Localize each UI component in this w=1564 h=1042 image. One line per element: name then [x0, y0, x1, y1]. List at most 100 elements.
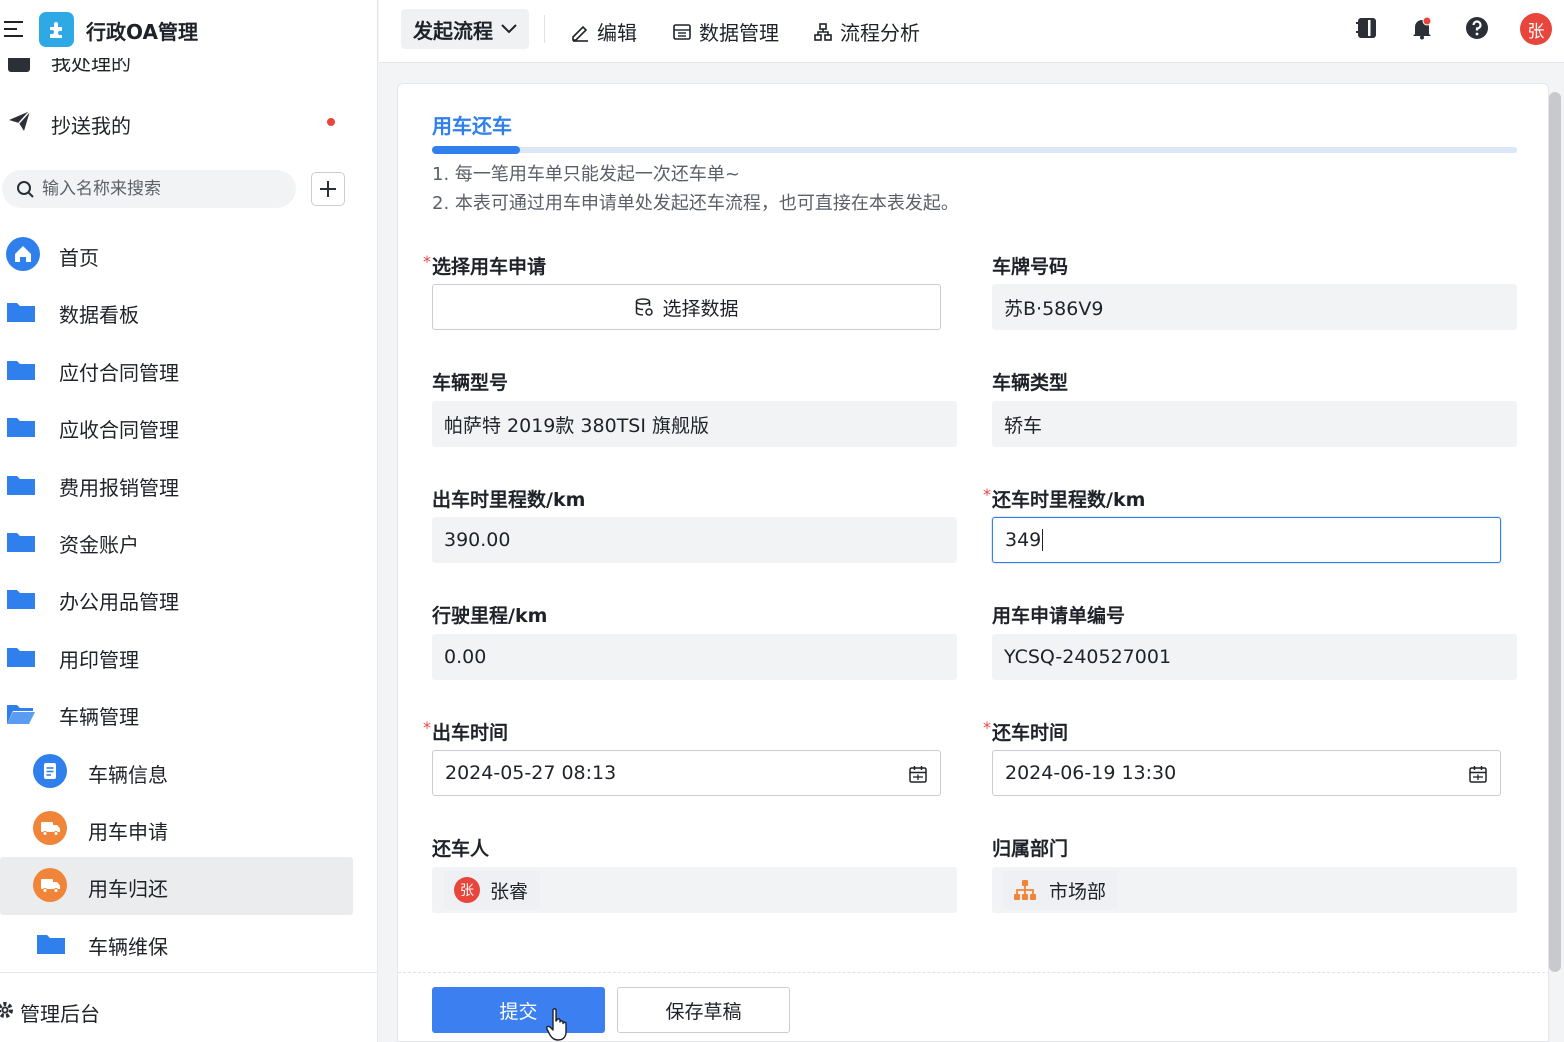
search-icon	[17, 181, 34, 198]
folder-icon	[7, 475, 35, 495]
sidebar-item-payable-contracts[interactable]: 应付合同管理	[0, 341, 377, 398]
return-mileage-value: 349	[1005, 529, 1042, 551]
sidebar-item-vehicles[interactable]: 车辆管理	[0, 685, 377, 742]
help-icon[interactable]	[1465, 16, 1489, 40]
user-avatar[interactable]: 张	[1520, 13, 1552, 45]
out-time-label: * 出车时间	[423, 718, 509, 744]
gear-icon	[0, 1002, 13, 1018]
add-button[interactable]	[311, 172, 345, 206]
sidebar-item-vehicle-info[interactable]: 车辆信息	[0, 743, 377, 800]
out-time-value: 2024-05-27 08:13	[445, 762, 617, 784]
flow-analysis-button[interactable]: 流程分析	[813, 17, 920, 46]
sidebar-item-label: 办公用品管理	[59, 590, 179, 615]
title-underline-accent	[432, 146, 520, 154]
admin-label: 管理后台	[20, 1002, 100, 1026]
calendar-icon	[1469, 766, 1487, 783]
sidebar-item-receivable-contracts[interactable]: 应收合同管理	[0, 398, 377, 455]
folder-icon	[37, 934, 65, 954]
sidebar-item-home[interactable]: 首页	[0, 226, 377, 283]
sidebar-item-cc-me[interactable]: 抄送我的	[0, 100, 377, 144]
data-manage-button[interactable]: 数据管理	[672, 17, 779, 46]
return-mileage-label: * 还车时里程数/km	[983, 485, 1146, 511]
return-time-picker[interactable]: 2024-06-19 13:30	[992, 750, 1501, 796]
department-chip-label: 市场部	[1049, 880, 1107, 903]
sidebar-item-label: 应付合同管理	[59, 360, 179, 385]
request-no-label: 用车申请单编号	[992, 605, 1126, 627]
flow-chart-icon	[814, 22, 832, 41]
sidebar-item-expense[interactable]: 费用报销管理	[0, 456, 377, 513]
distance-label: 行驶里程/km	[432, 605, 548, 627]
plate-field: 苏B·586V9	[992, 284, 1517, 330]
note-line: 1. 每一笔用车单只能发起一次还车单~	[432, 164, 740, 185]
edit-button[interactable]: 编辑	[570, 17, 637, 46]
database-icon	[636, 298, 654, 316]
sidebar-item-label: 应收合同管理	[59, 418, 179, 443]
start-flow-label: 发起流程	[413, 18, 493, 43]
table-icon	[673, 23, 691, 40]
sidebar: 我处理的 行政OA管理 抄送我的 首页 数据看板 应付合同管理	[0, 0, 378, 1042]
sidebar-item-accounts[interactable]: 资金账户	[0, 513, 377, 570]
home-icon	[6, 237, 40, 271]
divider	[544, 15, 545, 43]
footer-divider	[398, 972, 1548, 973]
save-draft-button[interactable]: 保存草稿	[617, 987, 790, 1033]
out-time-picker[interactable]: 2024-05-27 08:13	[432, 750, 941, 796]
org-chart-icon	[1014, 880, 1036, 900]
sidebar-item-office-supplies[interactable]: 办公用品管理	[0, 570, 377, 627]
department-chip: 市场部	[1003, 871, 1119, 909]
menu-toggle-icon[interactable]	[4, 21, 23, 42]
folder-icon	[7, 418, 35, 438]
sidebar-item-label: 抄送我的	[51, 114, 131, 138]
note-line: 2. 本表可通过用车申请单处发起还车流程，也可直接在本表发起。	[432, 193, 959, 214]
department-label: 归属部门	[992, 838, 1069, 860]
sidebar-search	[2, 170, 296, 208]
returner-label: 还车人	[432, 838, 490, 860]
folder-icon	[7, 532, 35, 552]
topbar: 发起流程 编辑 数据管理 流程分析 张	[379, 0, 1564, 63]
folder-icon	[7, 590, 35, 610]
select-data-button[interactable]: 选择数据	[432, 284, 941, 330]
unread-dot	[327, 118, 335, 126]
model-field: 帕萨特 2019款 380TSI 旗舰版	[432, 401, 957, 447]
model-label: 车辆型号	[432, 372, 509, 394]
submit-button[interactable]: 提交	[432, 987, 605, 1033]
select-data-label: 选择数据	[662, 297, 739, 320]
pencil-icon	[572, 25, 588, 42]
form-notes: 1. 每一笔用车单只能发起一次还车单~ 2. 本表可通过用车申请单处发起还车流程…	[432, 160, 959, 218]
vehicle-type-label: 车辆类型	[992, 372, 1069, 394]
plate-label: 车牌号码	[992, 256, 1069, 278]
calendar-icon	[909, 766, 927, 783]
data-manage-label: 数据管理	[699, 21, 779, 45]
sidebar-item-vehicle-maintenance[interactable]: 车辆维保	[0, 915, 377, 972]
search-input[interactable]	[42, 174, 282, 204]
sidebar-item-vehicle-return[interactable]: 用车归还	[0, 857, 353, 915]
bell-icon[interactable]	[1411, 16, 1433, 40]
folder-icon	[7, 303, 35, 323]
folder-icon	[7, 360, 35, 380]
sidebar-item-label: 车辆信息	[88, 762, 168, 787]
out-mileage-label: 出车时里程数/km	[432, 489, 586, 511]
sidebar-item-seal[interactable]: 用印管理	[0, 628, 377, 685]
sidebar-item-dashboard[interactable]: 数据看板	[0, 283, 377, 340]
form-card: 用车还车 1. 每一笔用车单只能发起一次还车单~ 2. 本表可通过用车申请单处发…	[397, 83, 1549, 1042]
return-time-value: 2024-06-19 13:30	[1005, 762, 1177, 784]
hand-cursor-icon	[546, 1008, 567, 1041]
sidebar-admin[interactable]: 管理后台	[0, 972, 377, 1042]
scrollbar[interactable]	[1549, 92, 1561, 972]
sidebar-item-label: 用车申请	[88, 819, 168, 844]
flow-analysis-label: 流程分析	[840, 21, 920, 45]
user-chip-label: 张睿	[490, 880, 529, 903]
distance-field: 0.00	[432, 634, 957, 680]
sidebar-item-label: 资金账户	[59, 532, 139, 557]
document-icon	[33, 753, 67, 788]
sidebar-item-label: 首页	[59, 246, 99, 270]
request-no-field: YCSQ-240527001	[992, 634, 1517, 680]
send-icon	[9, 110, 31, 131]
sidebar-item-label: 数据看板	[59, 303, 139, 328]
sidebar-item-label: 车辆管理	[59, 705, 139, 730]
start-flow-dropdown[interactable]: 发起流程	[401, 9, 529, 49]
folder-icon	[7, 647, 35, 667]
notebook-icon[interactable]	[1356, 16, 1378, 40]
sidebar-item-vehicle-request[interactable]: 用车申请	[0, 800, 377, 857]
return-mileage-input[interactable]: 349	[992, 517, 1501, 563]
